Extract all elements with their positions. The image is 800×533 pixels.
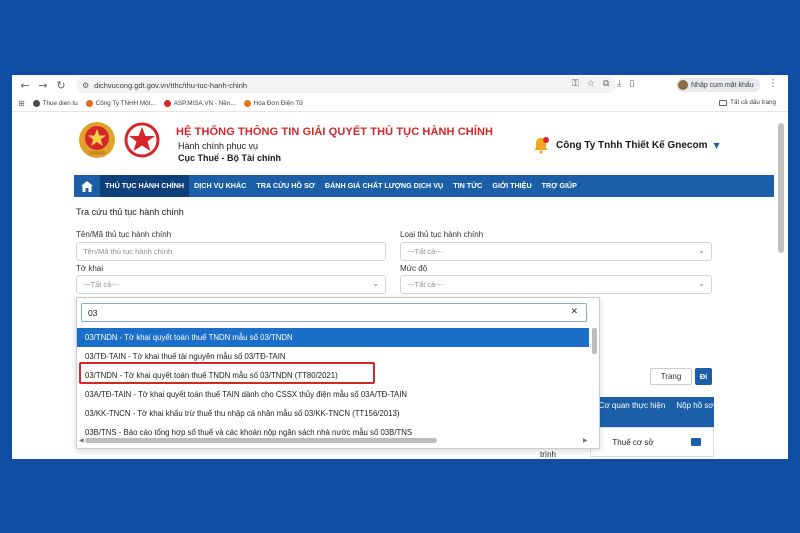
url-text: dichvucong.gdt.gov.vn/tthc/thu-tuc-hanh-… (94, 80, 248, 90)
more-menu-icon[interactable]: ⋮ (768, 78, 778, 89)
submit-folder-icon[interactable] (691, 438, 701, 446)
nav-dich-vu-khac[interactable]: DỊCH VỤ KHÁC (189, 175, 251, 197)
all-bookmarks[interactable]: Tất cả dấu trang (719, 99, 776, 106)
site-title: HỆ THỐNG THÔNG TIN GIẢI QUYẾT THỦ TỤC HÀ… (176, 126, 494, 138)
tax-logo-icon (124, 122, 160, 158)
dropdown-vertical-scrollbar[interactable] (592, 328, 597, 354)
download-icon[interactable]: ⤓ (617, 79, 621, 89)
national-emblem-icon (79, 122, 115, 158)
forward-icon[interactable]: → (34, 79, 52, 92)
level-label: Mức độ (400, 264, 428, 273)
chevron-down-icon[interactable]: ▼ (713, 141, 719, 150)
bookmark-item[interactable]: Công Ty TNHH Một... (85, 99, 156, 107)
bookmark-star-icon[interactable]: ☆ (587, 79, 595, 89)
dropdown-search-input[interactable]: 03 ✕ (81, 303, 587, 322)
procedure-type-select[interactable]: ---Tất cả--- ⌄ (400, 242, 712, 261)
chevron-down-icon: ⌄ (372, 279, 379, 288)
nav-tra-cuu-ho-so[interactable]: TRA CỨU HỒ SƠ (251, 175, 320, 197)
key-icon[interactable]: ⚿ (572, 79, 579, 89)
list-item[interactable]: 03/KK-TNCN - Tờ khai khấu trừ thuế thu n… (77, 404, 589, 423)
chevron-down-icon: ⌄ (698, 279, 705, 288)
browser-toolbar: ← → ↻ ⚙ dichvucong.gdt.gov.vn/tthc/thu-t… (12, 75, 788, 95)
extensions-icon[interactable]: ⧉ (603, 79, 609, 89)
bookmark-label: Hóa Đơn Điện Tử (253, 99, 304, 107)
dropdown-search-value: 03 (88, 307, 98, 318)
bookmark-favicon-icon (243, 99, 251, 107)
bookmark-item[interactable]: Thue dien tu (32, 99, 78, 107)
password-button-label: Nhập cụm mật khẩu (691, 81, 754, 89)
sidepanel-icon[interactable]: ▯ (629, 79, 634, 89)
name-label: Tên/Mã thủ tục hành chính (76, 230, 172, 239)
table-row: Thuế cơ sở (590, 427, 714, 457)
procedure-name-placeholder: Tên/Mã thủ tục hành chính (83, 247, 173, 256)
go-button[interactable]: Đi (695, 368, 712, 385)
bookmark-label: Thue dien tu (42, 99, 78, 107)
nav-tro-giup[interactable]: TRỢ GIÚP (537, 175, 582, 197)
scroll-left-icon[interactable]: ◀ (79, 437, 84, 444)
bookmark-favicon-icon (163, 99, 171, 107)
bookmarks-bar: ⊞ Thue dien tu Công Ty TNHH Một... ASP.M… (12, 95, 788, 112)
address-tools: ⚿ ☆ ⧉ ⤓ ▯ (572, 79, 634, 89)
site-header: HỆ THỐNG THÔNG TIN GIẢI QUYẾT THỦ TỤC HÀ… (12, 112, 788, 174)
level-value: ---Tất cả--- (407, 280, 443, 289)
results-table-header: Cơ quan thực hiện Nộp hồ sơ (590, 397, 714, 427)
tax-form-value: ---Tất cả--- (83, 280, 119, 289)
site-agency: Cục Thuế - Bộ Tài chính (178, 153, 281, 163)
browser-window: ← → ↻ ⚙ dichvucong.gdt.gov.vn/tthc/thu-t… (12, 75, 788, 459)
bookmark-label: ASP.MISA.VN - Nền... (173, 99, 236, 107)
highlight-annotation-box (79, 362, 375, 384)
bell-icon[interactable] (532, 136, 550, 154)
nav-gioi-thieu[interactable]: GIỚI THIỆU (487, 175, 536, 197)
reload-icon[interactable]: ↻ (52, 79, 70, 92)
chevron-down-icon: ⌄ (698, 246, 705, 255)
site-info-icon[interactable]: ⚙ (82, 81, 89, 90)
tax-form-dropdown: 03 ✕ 03/TNDN - Tờ khai quyết toán thuế T… (76, 297, 600, 449)
partial-cell-text: trình (540, 450, 557, 459)
home-icon[interactable] (74, 175, 100, 197)
apps-grid-icon[interactable]: ⊞ (18, 99, 25, 108)
folder-icon (719, 99, 728, 106)
list-item[interactable]: 03A/TĐ-TAIN - Tờ khai quyết toán thuế TA… (77, 385, 589, 404)
site-subtitle: Hành chính phục vụ (178, 141, 259, 151)
level-select[interactable]: ---Tất cả--- ⌄ (400, 275, 712, 294)
company-account[interactable]: Công Ty Tnhh Thiết Kế Gnecom ▼ (532, 136, 720, 154)
column-agency: Cơ quan thực hiện (598, 401, 666, 410)
dropdown-horizontal-scrollbar[interactable] (85, 438, 437, 443)
password-button[interactable]: Nhập cụm mật khẩu (676, 78, 760, 92)
bookmark-favicon-icon (85, 99, 93, 107)
clear-icon[interactable]: ✕ (570, 307, 578, 317)
main-nav: THỦ TỤC HÀNH CHÍNH DỊCH VỤ KHÁC TRA CỨU … (74, 175, 774, 197)
bookmark-item[interactable]: Hóa Đơn Điện Tử (243, 99, 304, 107)
procedure-name-input[interactable]: Tên/Mã thủ tục hành chính (76, 242, 386, 261)
bookmark-item[interactable]: ASP.MISA.VN - Nền... (163, 99, 236, 107)
company-name: Công Ty Tnhh Thiết Kế Gnecom (556, 139, 708, 151)
tax-form-select[interactable]: ---Tất cả--- ⌄ (76, 275, 386, 294)
procedure-type-value: ---Tất cả--- (407, 247, 443, 256)
bookmark-favicon-icon (32, 99, 40, 107)
row-agency: Thuế cơ sở (612, 438, 654, 447)
column-submit: Nộp hồ sơ (676, 401, 714, 410)
house-icon (81, 180, 93, 192)
avatar (678, 80, 688, 90)
address-bar[interactable]: ⚙ dichvucong.gdt.gov.vn/tthc/thu-tuc-han… (76, 77, 616, 93)
nav-danh-gia[interactable]: ĐÁNH GIÁ CHẤT LƯỢNG DỊCH VỤ (320, 175, 448, 197)
list-item[interactable]: 03/TNDN - Tờ khai quyết toán thuế TNDN m… (77, 328, 589, 347)
page-button[interactable]: Trang (650, 368, 692, 385)
all-bookmarks-label: Tất cả dấu trang (730, 99, 776, 106)
nav-thu-tuc-hanh-chinh[interactable]: THỦ TỤC HÀNH CHÍNH (100, 175, 190, 197)
back-icon[interactable]: ← (16, 79, 34, 92)
page-scrollbar[interactable] (778, 123, 784, 253)
nav-tin-tuc[interactable]: TIN TỨC (448, 175, 487, 197)
scroll-right-icon[interactable]: ▶ (583, 437, 588, 444)
form-title: Tra cứu thủ tục hành chính (76, 207, 184, 217)
type-label: Loại thủ tục hành chính (400, 230, 484, 239)
form-label: Tờ khai (76, 264, 104, 273)
bookmark-label: Công Ty TNHH Một... (95, 99, 156, 107)
